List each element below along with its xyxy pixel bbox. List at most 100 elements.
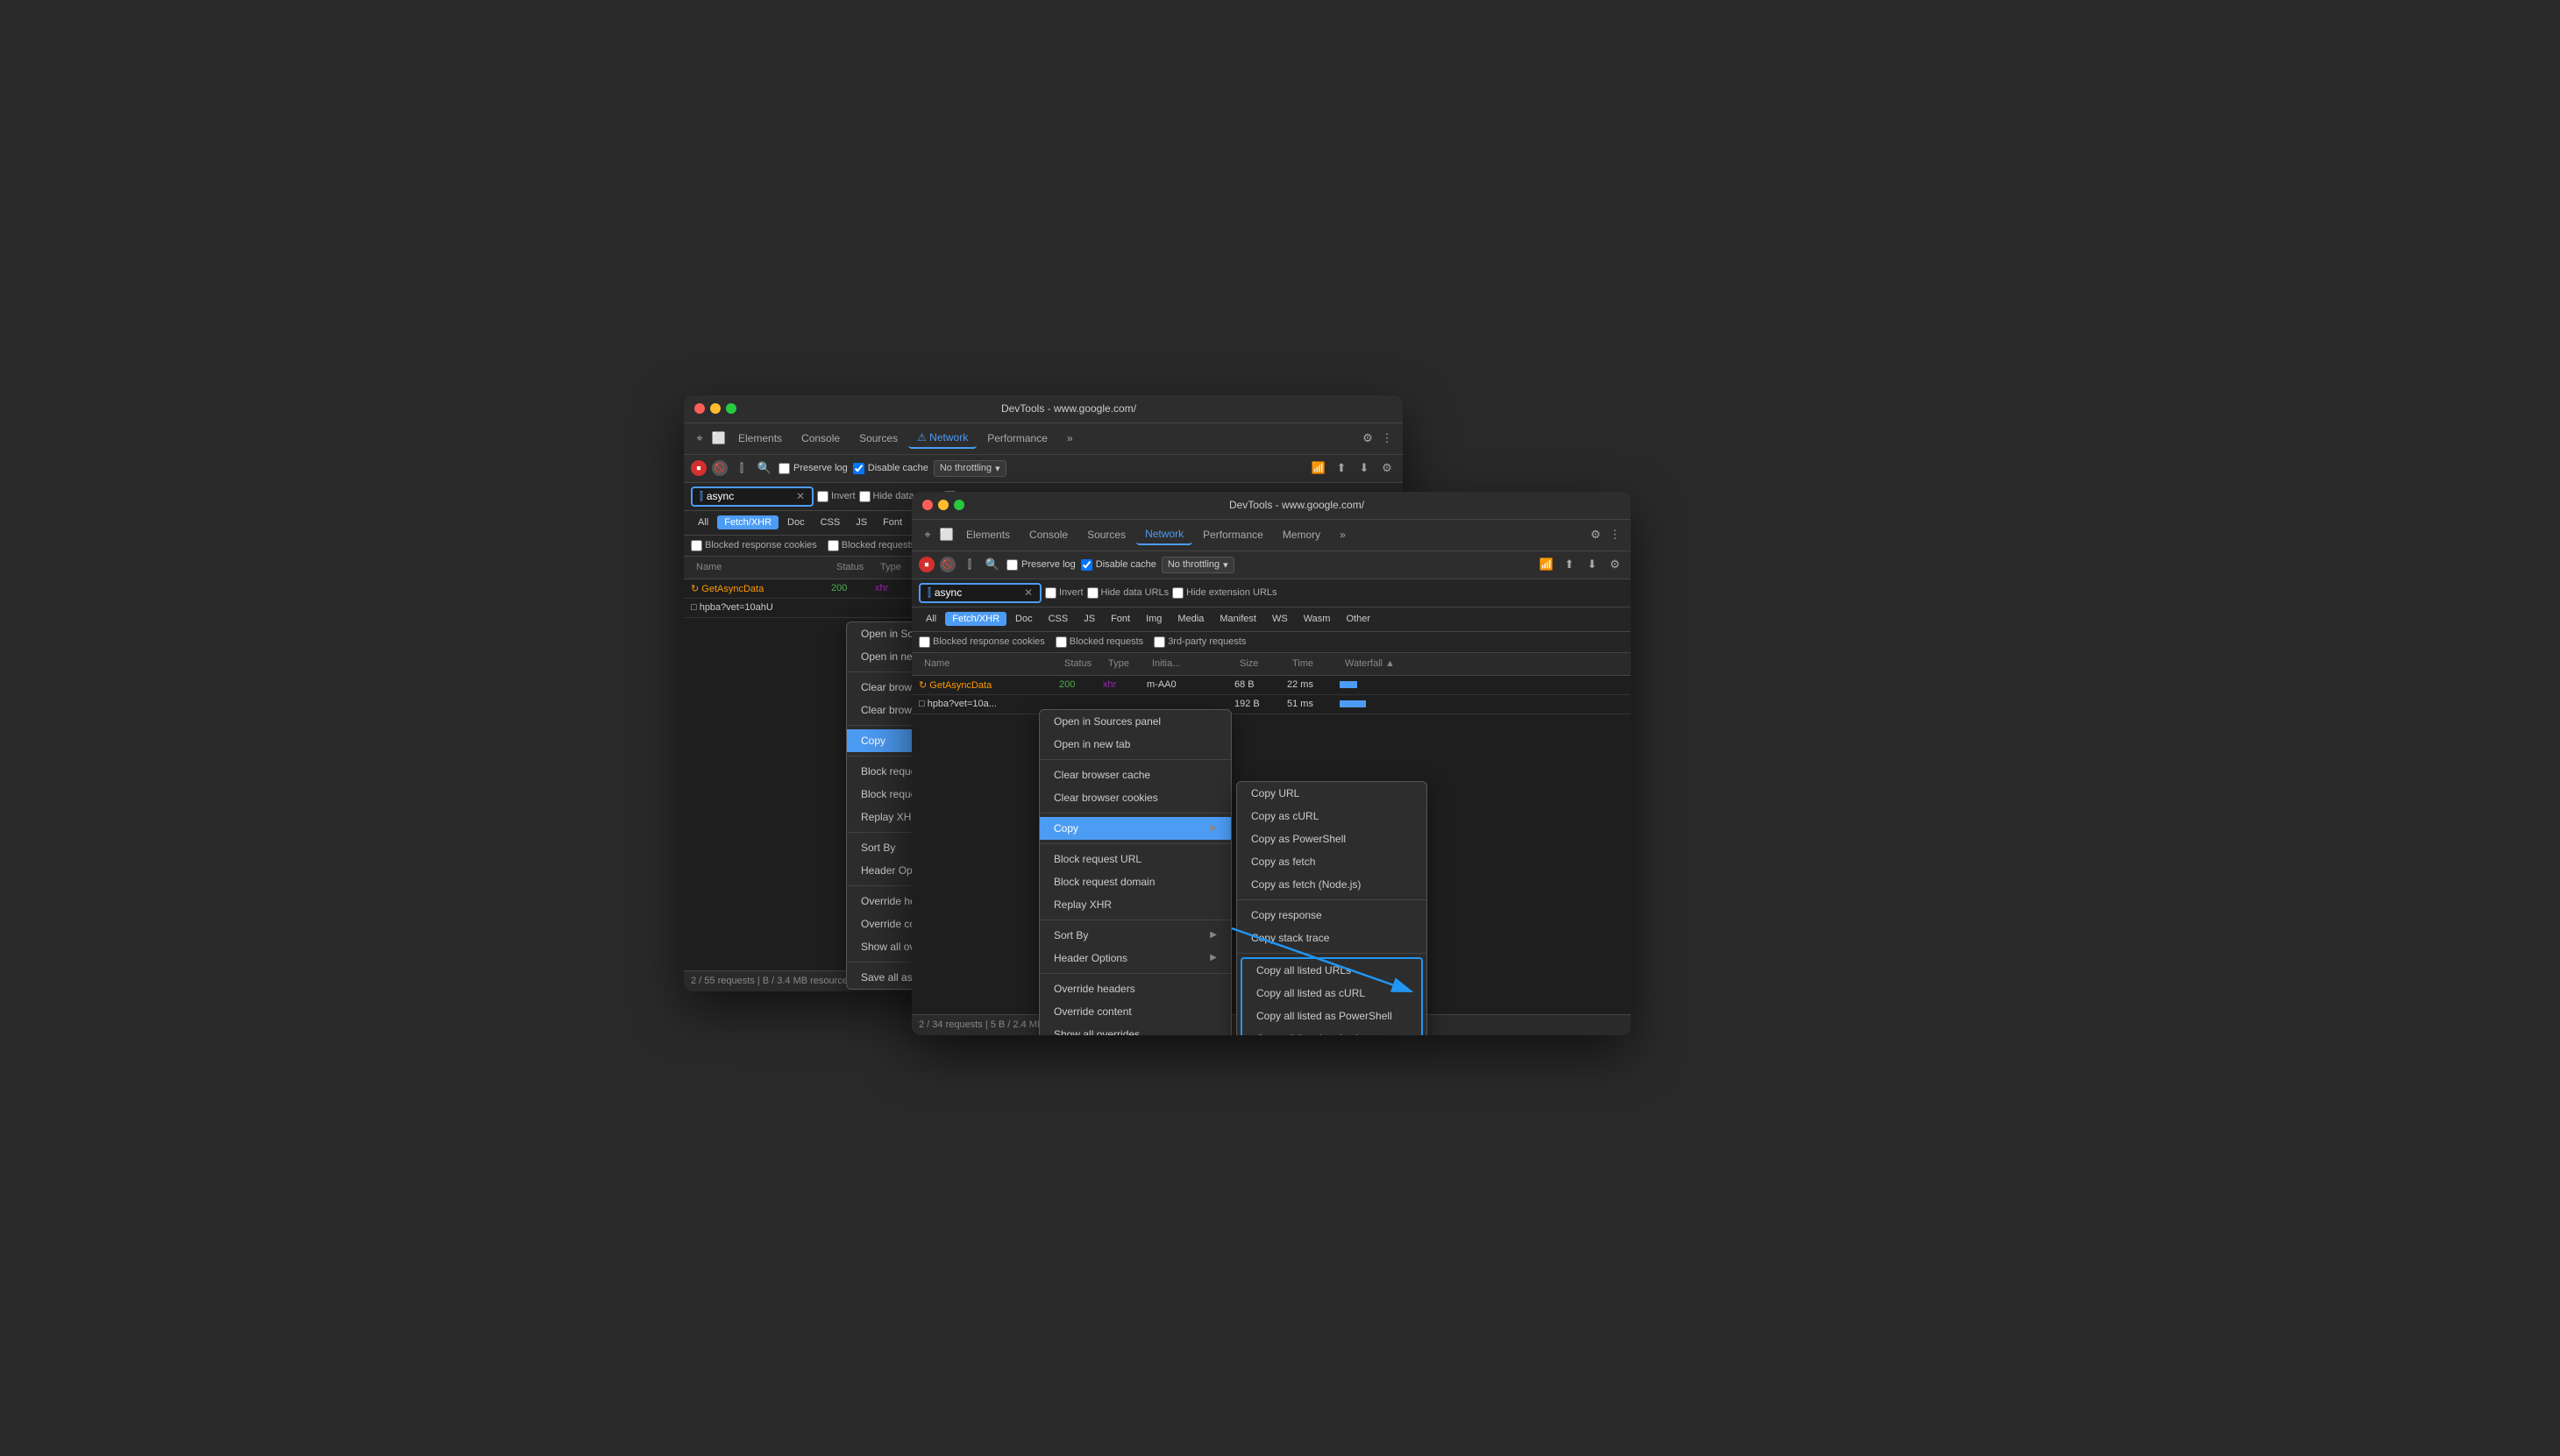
disable-cache-label-1[interactable]: Disable cache [853, 463, 928, 474]
hide-data-urls-label-2[interactable]: Hide data URLs [1087, 587, 1170, 599]
filter-doc-2[interactable]: Doc [1008, 612, 1040, 626]
preserve-log-checkbox-1[interactable] [779, 463, 790, 474]
filter-js-1[interactable]: JS [849, 515, 874, 529]
filter-font-2[interactable]: Font [1104, 612, 1137, 626]
search-box-2[interactable]: ⫿ async ✕ [919, 583, 1042, 603]
menu-sort-by-2[interactable]: Sort By ▶ [1040, 924, 1231, 947]
search-icon-2[interactable]: 🔍 [984, 556, 1001, 573]
clear-search-icon-2[interactable]: ✕ [1024, 586, 1033, 599]
table-row-2-2[interactable]: □ hpba?vet=10a... 192 B 51 ms [912, 695, 1631, 714]
filter-doc-1[interactable]: Doc [780, 515, 812, 529]
inspector-icon-2[interactable]: ⬜ [938, 526, 956, 543]
filter-icon-2[interactable]: ⫿ [961, 556, 978, 573]
inspector-icon[interactable]: ⬜ [710, 430, 728, 447]
network-settings-icon-1[interactable]: ⚙ [1378, 459, 1396, 477]
hide-data-urls-checkbox-1[interactable] [859, 491, 871, 502]
copy-all-listed-curl-2[interactable]: Copy all listed as cURL [1242, 982, 1421, 1005]
hide-extension-label-2[interactable]: Hide extension URLs [1172, 587, 1276, 599]
invert-checkbox-2[interactable] [1045, 587, 1056, 599]
menu-open-sources-2[interactable]: Open in Sources panel [1040, 710, 1231, 733]
blocked-cookies-label-2[interactable]: Blocked response cookies [919, 636, 1045, 648]
tab-sources-2[interactable]: Sources [1078, 525, 1134, 544]
invert-label-2[interactable]: Invert [1045, 587, 1084, 599]
filter-media-2[interactable]: Media [1170, 612, 1211, 626]
blocked-requests-label-1[interactable]: Blocked requests [828, 540, 915, 551]
blocked-requests-checkbox-1[interactable] [828, 540, 839, 551]
table-row-2-1[interactable]: ↻ GetAsyncData 200 xhr m-AA0 68 B 22 ms [912, 676, 1631, 695]
filter-ws-2[interactable]: WS [1265, 612, 1295, 626]
more-icon-1[interactable]: ⋮ [1378, 430, 1396, 447]
filter-fetch-xhr-2[interactable]: Fetch/XHR [945, 612, 1006, 626]
copy-stack-trace-2[interactable]: Copy stack trace [1237, 927, 1426, 949]
filter-img-2[interactable]: Img [1139, 612, 1169, 626]
filter-css-1[interactable]: CSS [814, 515, 848, 529]
filter-all-2[interactable]: All [919, 612, 943, 626]
cursor-icon-2[interactable]: ⌖ [919, 526, 936, 543]
copy-powershell-2[interactable]: Copy as PowerShell [1237, 827, 1426, 850]
record-stop-button-1[interactable]: ⏹ [691, 460, 707, 476]
close-button-2[interactable] [922, 500, 933, 510]
network-settings-icon-2[interactable]: ⚙ [1606, 556, 1624, 573]
tab-console-2[interactable]: Console [1020, 525, 1077, 544]
disable-cache-label-2[interactable]: Disable cache [1081, 559, 1156, 571]
search-icon-1[interactable]: 🔍 [756, 459, 773, 477]
filter-css-2[interactable]: CSS [1042, 612, 1076, 626]
minimize-button[interactable] [710, 403, 721, 414]
menu-clear-cache-2[interactable]: Clear browser cache [1040, 764, 1231, 786]
menu-show-overrides-2[interactable]: Show all overrides [1040, 1023, 1231, 1035]
tab-more-1[interactable]: » [1058, 429, 1082, 448]
blocked-cookies-checkbox-1[interactable] [691, 540, 702, 551]
clear-search-icon-1[interactable]: ✕ [796, 490, 805, 502]
preserve-log-checkbox-2[interactable] [1006, 559, 1018, 571]
invert-checkbox-1[interactable] [817, 491, 828, 502]
menu-header-options-2[interactable]: Header Options ▶ [1040, 947, 1231, 969]
preserve-log-label-2[interactable]: Preserve log [1006, 559, 1076, 571]
menu-open-tab-2[interactable]: Open in new tab [1040, 733, 1231, 756]
filter-icon-1[interactable]: ⫿ [733, 459, 750, 477]
blocked-requests-checkbox-2[interactable] [1056, 636, 1067, 648]
copy-response-2[interactable]: Copy response [1237, 904, 1426, 927]
tab-network-1[interactable]: ⚠ Network [908, 428, 977, 449]
disable-cache-checkbox-1[interactable] [853, 463, 864, 474]
clear-button-1[interactable]: 🚫 [712, 460, 728, 476]
maximize-button-2[interactable] [954, 500, 964, 510]
blocked-requests-label-2[interactable]: Blocked requests [1056, 636, 1143, 648]
filter-all-1[interactable]: All [691, 515, 715, 529]
copy-curl-2[interactable]: Copy as cURL [1237, 805, 1426, 827]
copy-fetch-2[interactable]: Copy as fetch [1237, 850, 1426, 873]
hide-data-urls-checkbox-2[interactable] [1087, 587, 1099, 599]
minimize-button-2[interactable] [938, 500, 949, 510]
settings-icon-1[interactable]: ⚙ [1359, 430, 1376, 447]
tab-elements-2[interactable]: Elements [957, 525, 1019, 544]
copy-fetch-node-2[interactable]: Copy as fetch (Node.js) [1237, 873, 1426, 896]
blocked-cookies-checkbox-2[interactable] [919, 636, 930, 648]
tab-memory-2[interactable]: Memory [1274, 525, 1329, 544]
search-box-1[interactable]: ⫿ async ✕ [691, 487, 814, 507]
record-stop-button-2[interactable]: ⏹ [919, 557, 935, 572]
close-button[interactable] [694, 403, 705, 414]
throttling-dropdown-1[interactable]: No throttling ▾ [934, 460, 1006, 477]
tab-performance-1[interactable]: Performance [978, 429, 1056, 448]
menu-override-headers-2[interactable]: Override headers [1040, 977, 1231, 1000]
menu-override-content-2[interactable]: Override content [1040, 1000, 1231, 1023]
throttling-dropdown-2[interactable]: No throttling ▾ [1162, 557, 1234, 573]
tab-sources-1[interactable]: Sources [850, 429, 907, 448]
filter-other-2[interactable]: Other [1339, 612, 1377, 626]
copy-url-2[interactable]: Copy URL [1237, 782, 1426, 805]
disable-cache-checkbox-2[interactable] [1081, 559, 1092, 571]
filter-manifest-2[interactable]: Manifest [1212, 612, 1263, 626]
more-icon-2[interactable]: ⋮ [1606, 526, 1624, 543]
clear-button-2[interactable]: 🚫 [940, 557, 956, 572]
preserve-log-label-1[interactable]: Preserve log [779, 463, 848, 474]
menu-block-url-2[interactable]: Block request URL [1040, 848, 1231, 870]
tab-more-2[interactable]: » [1331, 525, 1355, 544]
tab-performance-2[interactable]: Performance [1194, 525, 1272, 544]
filter-js-2[interactable]: JS [1077, 612, 1102, 626]
filter-wasm-2[interactable]: Wasm [1297, 612, 1338, 626]
blocked-cookies-label-1[interactable]: Blocked response cookies [691, 540, 817, 551]
invert-label-1[interactable]: Invert [817, 491, 856, 502]
copy-all-listed-fetch-2[interactable]: Copy all listed as fetch [1242, 1027, 1421, 1035]
menu-replay-xhr-2[interactable]: Replay XHR [1040, 893, 1231, 916]
tab-elements-1[interactable]: Elements [729, 429, 791, 448]
filter-font-1[interactable]: Font [876, 515, 909, 529]
